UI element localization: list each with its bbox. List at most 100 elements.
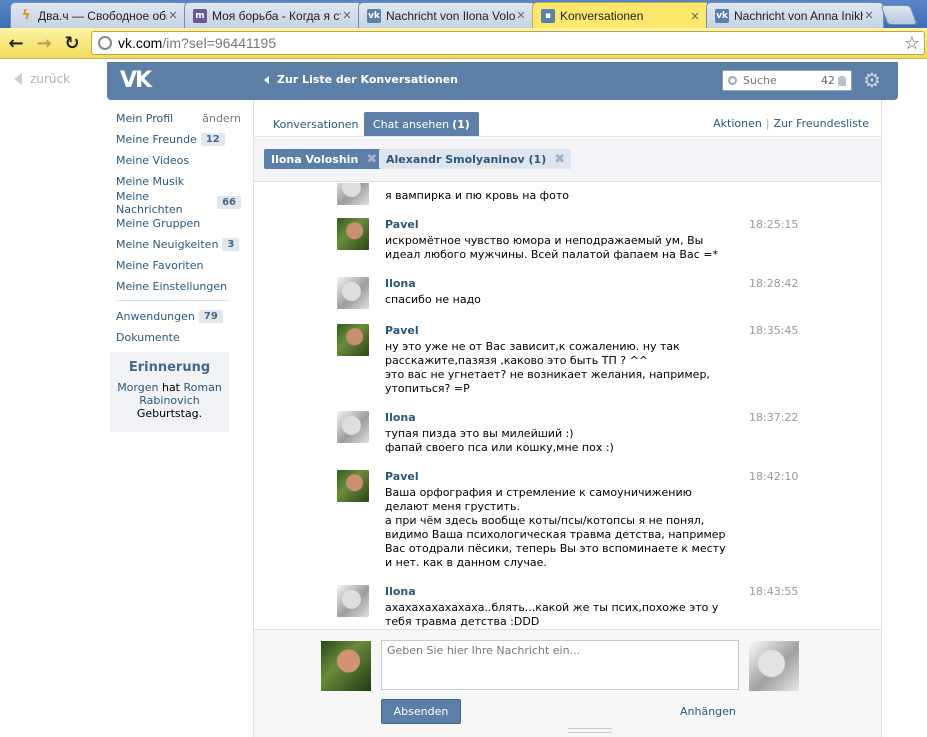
sidebar-item-label: Meine Musik	[116, 175, 185, 188]
divider	[116, 300, 229, 301]
reminder-date-link[interactable]: Morgen	[117, 381, 158, 394]
chat-chip-active[interactable]: Ilona Voloshin ✖	[264, 149, 384, 169]
change-profile-link[interactable]: ändern	[202, 112, 241, 125]
sidebar-item-profile[interactable]: Mein Profil ändern	[116, 108, 241, 129]
forward-arrow-icon[interactable]: →	[32, 32, 56, 54]
browser-tab[interactable]: vk Nachricht von Anna Inikho ✕	[706, 2, 884, 28]
tab-conversations[interactable]: Konversationen	[264, 112, 367, 136]
count-badge: 79	[198, 310, 223, 323]
browser-tab[interactable]: m Моя борьба - Когда я ст ✕	[184, 2, 362, 28]
back-label: zurück	[30, 72, 70, 86]
avatar[interactable]	[337, 277, 369, 309]
sidebar-item-label: Meine Freunde	[116, 133, 197, 146]
triangle-left-icon	[264, 75, 269, 84]
chat-chip[interactable]: Alexandr Smolyaninov (1) ✖	[379, 149, 572, 169]
reminder-text: hat	[161, 381, 180, 394]
sidebar-item-label: Meine Videos	[116, 154, 190, 167]
bookmark-star-icon[interactable]: ☆	[904, 33, 920, 54]
message-time: 18:35:45	[749, 324, 799, 337]
open-chats-row: Ilona Voloshin ✖ Alexandr Smolyaninov (1…	[254, 138, 881, 182]
search-icon	[728, 76, 737, 85]
message-text: тупая пизда это вы милейший :) фапай сво…	[385, 427, 614, 454]
close-icon[interactable]: ✕	[341, 9, 353, 22]
new-tab-button[interactable]	[880, 5, 918, 25]
sidebar-item-friends[interactable]: Meine Freunde 12	[116, 129, 241, 150]
author-link[interactable]: Ilona	[385, 277, 416, 290]
back-arrow-icon[interactable]: ←	[4, 32, 28, 54]
tab-label: Konversationen	[273, 117, 359, 131]
author-link[interactable]: Ilona	[385, 411, 416, 424]
my-avatar[interactable]	[321, 641, 371, 691]
send-button[interactable]: Absenden	[381, 699, 461, 724]
resize-grip[interactable]	[568, 728, 612, 733]
vk-logo[interactable]: VK	[120, 68, 156, 94]
message-time: 18:28:42	[749, 277, 799, 290]
browser-toolbar: ← → ↻ vk.com/im?sel=96441195 ☆	[0, 28, 927, 59]
message-history[interactable]: я вампирка и пю кровь на фото Pavel 18:2…	[254, 183, 881, 628]
vk-favicon-icon: vk	[715, 8, 729, 23]
sidebar-item-label: Meine Einstellungen	[116, 280, 228, 293]
author-link[interactable]: Pavel	[385, 218, 419, 231]
chip-label: Alexandr Smolyaninov (1)	[386, 152, 547, 166]
sidebar-item-documents[interactable]: Dokumente	[116, 327, 241, 348]
message-text: ахахахахахахаха..блять...какой же ты пси…	[385, 601, 719, 628]
browser-tabstrip: ϟ Два.ч — Свободное общ ✕ m Моя борьба -…	[0, 0, 927, 29]
left-sidebar: Mein Profil ändern Meine Freunde 12 Mein…	[116, 108, 241, 348]
chat-favicon-icon: ▪	[541, 9, 555, 23]
avatar[interactable]	[337, 470, 369, 502]
friends-list-link[interactable]: Zur Freundesliste	[774, 117, 869, 130]
tab-title: Два.ч — Свободное общ	[38, 8, 167, 23]
close-icon[interactable]: ✖	[554, 152, 565, 167]
close-icon[interactable]: ✕	[689, 10, 701, 23]
sidebar-item-videos[interactable]: Meine Videos	[116, 150, 241, 171]
gear-icon[interactable]: ⚙	[863, 70, 883, 90]
message-text: я вампирка и пю кровь на фото	[385, 189, 569, 202]
attach-link[interactable]: Anhängen	[680, 705, 736, 718]
dialog-panel: Konversationen Chat ansehen (1) Aktionen…	[253, 100, 882, 737]
browser-tab[interactable]: vk Nachricht von Ilona Volosh ✕	[358, 2, 536, 28]
recipient-avatar[interactable]	[749, 641, 799, 691]
sidebar-item-label: Mein Profil	[116, 112, 174, 125]
address-bar[interactable]: vk.com/im?sel=96441195 ☆	[91, 31, 925, 55]
message-time: 18:42:10	[749, 470, 799, 483]
count-badge: 66	[217, 196, 241, 209]
author-link[interactable]: Ilona	[385, 585, 416, 598]
reload-icon[interactable]: ↻	[60, 32, 84, 54]
close-icon[interactable]: ✕	[863, 9, 875, 22]
search-input[interactable]: Suche 42	[722, 70, 852, 91]
tab-count: (1)	[452, 117, 470, 131]
author-link[interactable]: Pavel	[385, 470, 419, 483]
avatar[interactable]	[337, 585, 369, 617]
sidebar-item-messages[interactable]: Meine Nachrichten 66	[116, 190, 241, 216]
tab-view-chat[interactable]: Chat ansehen (1)	[364, 112, 479, 136]
avatar[interactable]	[337, 411, 369, 443]
actions-link[interactable]: Aktionen	[713, 117, 762, 130]
conversation-list-link[interactable]: Zur Liste der Konversationen	[264, 73, 458, 86]
tab-title: Nachricht von Anna Inikho	[734, 8, 863, 23]
message-input[interactable]	[381, 640, 739, 690]
reminder-text: Geburtstag.	[136, 407, 203, 420]
avatar[interactable]	[337, 324, 369, 356]
author-link[interactable]: Pavel	[385, 324, 419, 337]
browser-tab-active[interactable]: ▪ Konversationen ✕	[532, 2, 710, 29]
avatar[interactable]	[337, 218, 369, 250]
close-icon[interactable]: ✖	[366, 152, 377, 167]
sidebar-item-favorites[interactable]: Meine Favoriten	[116, 255, 241, 276]
reminder-title: Erinnerung	[128, 360, 211, 375]
browser-tab[interactable]: ϟ Два.ч — Свободное общ ✕	[10, 2, 188, 28]
tab-title: Konversationen	[560, 9, 644, 23]
dialog-actions: Aktionen | Zur Freundesliste	[713, 117, 869, 130]
back-link[interactable]: zurück	[14, 72, 70, 86]
chip-label: Ilona Voloshin	[271, 152, 359, 166]
sidebar-item-settings[interactable]: Meine Einstellungen	[116, 276, 241, 297]
sidebar-item-apps[interactable]: Anwendungen 79	[116, 306, 241, 327]
sidebar-item-news[interactable]: Meine Neuigkeiten 3	[116, 234, 241, 255]
close-icon[interactable]: ✕	[515, 9, 527, 22]
sidebar-item-label: Dokumente	[116, 331, 180, 344]
avatar[interactable]	[337, 183, 369, 205]
lightning-icon: ϟ	[21, 8, 31, 23]
tab-label: Chat ansehen	[373, 117, 450, 131]
sidebar-item-groups[interactable]: Meine Gruppen	[116, 213, 241, 234]
close-icon[interactable]: ✕	[167, 9, 179, 22]
sidebar-item-label: Anwendungen	[116, 310, 195, 323]
